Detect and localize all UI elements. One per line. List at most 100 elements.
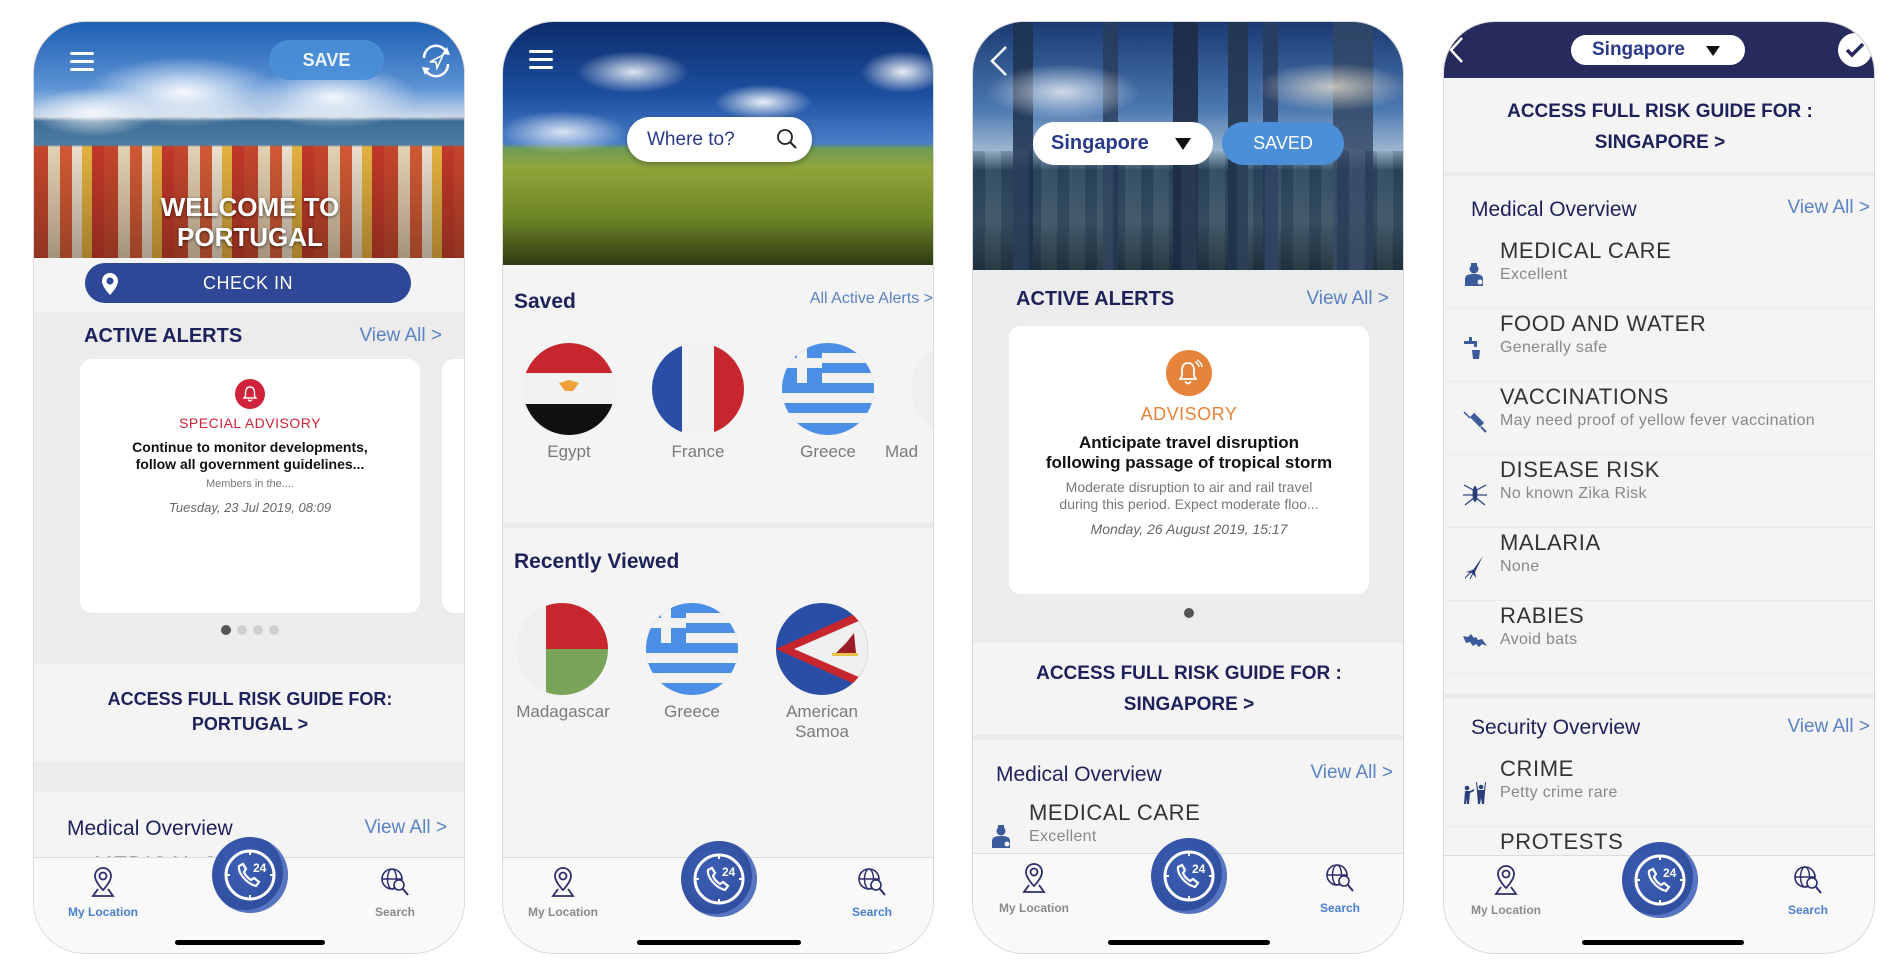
flag-greece[interactable] (782, 343, 874, 435)
risk-item-crime[interactable]: CRIME Petty crime rare (1444, 754, 1874, 827)
risk-item-title: PROTESTS (1500, 829, 1624, 854)
risk-guide-link[interactable]: ACCESS FULL RISK GUIDE FOR: PORTUGAL > (34, 687, 464, 737)
recent-country-label[interactable]: American Samoa (772, 702, 872, 742)
alert-headline: Anticipate travel disruption following p… (1009, 433, 1369, 473)
refresh-location-icon[interactable] (417, 42, 455, 80)
emergency-call-24h-button[interactable]: 24 (1622, 842, 1698, 918)
destination-search-input[interactable]: Where to? (627, 117, 812, 162)
sos-label: 24 (1192, 862, 1206, 876)
nav-search[interactable]: Search (1295, 862, 1385, 915)
country-dropdown[interactable]: Singapore (1571, 35, 1745, 65)
risk-item-food-water[interactable]: FOOD AND WATER Generally safe (1444, 309, 1874, 382)
alerts-pager[interactable] (34, 622, 464, 640)
welcome-heading: WELCOME TO PORTUGAL (34, 192, 464, 252)
pager-dot[interactable] (253, 625, 263, 635)
nav-search[interactable]: Search (827, 866, 917, 919)
risk-item-title: VACCINATIONS (1500, 384, 1669, 409)
recent-country-label[interactable]: Greece (632, 702, 752, 722)
check-in-label: CHECK IN (202, 272, 293, 293)
risk-item-status: No known Zika Risk (1500, 485, 1647, 502)
saved-country-label[interactable]: Greece (768, 442, 888, 462)
pager-dot[interactable] (237, 625, 247, 635)
country-dropdown[interactable]: Singapore (1033, 122, 1213, 165)
risk-item-medical-care[interactable]: MEDICAL CARE Excellent (1444, 236, 1874, 309)
risk-guide-line-2: SINGAPORE > (1123, 694, 1255, 715)
nav-my-location[interactable]: My Location (518, 866, 608, 919)
search-placeholder: Where to? (647, 128, 735, 150)
pager-dot-active[interactable] (1184, 608, 1194, 618)
nav-my-location[interactable]: My Location (1461, 864, 1551, 917)
risk-item-rabies[interactable]: RABIES Avoid bats (1444, 601, 1874, 674)
search-icon[interactable] (776, 128, 798, 150)
alert-headline-line-1: Continue to monitor developments, (132, 439, 368, 455)
back-arrow-icon[interactable] (1448, 36, 1464, 64)
risk-item-malaria[interactable]: MALARIA None (1444, 528, 1874, 601)
pager-dot-active[interactable] (221, 625, 231, 635)
medical-overview-title: Medical Overview (67, 817, 233, 840)
flag-american-samoa[interactable] (776, 603, 868, 695)
recent-country-label[interactable]: Madagascar (503, 702, 623, 722)
alerts-pager[interactable] (973, 605, 1403, 623)
save-button[interactable]: SAVE (269, 40, 384, 80)
emergency-call-24h-button[interactable]: 24 (1151, 838, 1227, 914)
medical-view-all-link[interactable]: View All > (364, 817, 447, 839)
back-arrow-icon[interactable] (989, 44, 1009, 78)
flag-madagascar-peek[interactable] (911, 343, 933, 435)
active-alerts-title: ACTIVE ALERTS (1016, 288, 1175, 310)
flag-egypt[interactable] (523, 343, 615, 435)
saved-country-label[interactable]: Mad (875, 442, 933, 462)
alert-summary: Moderate disruption to air and rail trav… (1009, 479, 1369, 513)
risk-guide-link[interactable]: ACCESS FULL RISK GUIDE FOR : SINGAPORE > (1444, 96, 1874, 158)
welcome-line-1: WELCOME TO (160, 192, 340, 222)
screen-destination-search: Where to? Saved All Active Alerts > Egyp… (502, 21, 934, 954)
alert-date: Tuesday, 23 Jul 2019, 08:09 (168, 500, 332, 515)
nav-my-location-label: My Location (1470, 903, 1541, 917)
medical-view-all-link[interactable]: View All > (1310, 762, 1393, 784)
phone-24h-icon: 24 (224, 849, 276, 901)
nav-search-label: Search (851, 905, 893, 919)
alerts-view-all-link[interactable]: View All > (1306, 288, 1389, 310)
menu-icon[interactable] (529, 50, 553, 70)
nav-my-location[interactable]: My Location (58, 866, 148, 919)
nav-my-location[interactable]: My Location (989, 862, 1079, 915)
bottom-nav: My Location 24 Search (503, 841, 933, 953)
risk-item-title: DISEASE RISK (1500, 457, 1661, 482)
risk-item-vaccinations[interactable]: VACCINATIONS May need proof of yellow fe… (1444, 382, 1874, 455)
home-indicator (1108, 940, 1270, 945)
confirm-check-button[interactable] (1838, 33, 1872, 67)
alert-card[interactable]: SPECIAL ADVISORY Continue to monitor dev… (80, 359, 420, 613)
active-alerts-title: ACTIVE ALERTS (84, 325, 243, 347)
alerts-view-all-link[interactable]: View All > (359, 325, 442, 347)
flag-france[interactable] (652, 343, 744, 435)
nav-search[interactable]: Search (350, 866, 440, 919)
alert-type: ADVISORY (1140, 404, 1238, 424)
alert-card[interactable]: ADVISORY Anticipate travel disruption fo… (1009, 326, 1369, 594)
all-active-alerts-link[interactable]: All Active Alerts > (810, 290, 933, 308)
flag-greece[interactable] (646, 603, 738, 695)
risk-item-title: RABIES (1500, 603, 1585, 628)
alert-date: Monday, 26 August 2019, 15:17 (1090, 521, 1288, 537)
doctor-icon (1465, 263, 1483, 286)
risk-item-disease-risk[interactable]: DISEASE RISK No known Zika Risk (1444, 455, 1874, 528)
globe-search-icon (1326, 864, 1354, 892)
menu-icon[interactable] (70, 52, 94, 72)
risk-guide-line-1: ACCESS FULL RISK GUIDE FOR : (1036, 663, 1342, 684)
risk-item-title: MEDICAL CARE (1029, 800, 1201, 825)
emergency-call-24h-button[interactable]: 24 (681, 841, 757, 917)
alert-card-next-peek[interactable] (442, 359, 464, 613)
emergency-call-24h-button[interactable]: 24 (212, 837, 288, 913)
flag-madagascar[interactable] (516, 603, 608, 695)
bottom-nav: My Location 24 Search (1444, 842, 1874, 953)
nav-search[interactable]: Search (1763, 864, 1853, 917)
screen-risk-guide: Singapore ACCESS FULL RISK GUIDE FOR : S… (1443, 21, 1875, 954)
risk-guide-link[interactable]: ACCESS FULL RISK GUIDE FOR : SINGAPORE > (973, 658, 1403, 720)
security-view-all-link[interactable]: View All > (1787, 716, 1870, 738)
medical-view-all-link[interactable]: View All > (1787, 197, 1870, 219)
risk-item-status: May need proof of yellow fever vaccinati… (1500, 412, 1815, 429)
saved-country-label[interactable]: France (638, 442, 758, 462)
pager-dot[interactable] (269, 625, 279, 635)
saved-button[interactable]: SAVED (1222, 122, 1344, 165)
map-pin-icon (91, 867, 115, 897)
check-in-button[interactable]: CHECK IN (85, 263, 411, 303)
saved-country-label[interactable]: Egypt (509, 442, 629, 462)
